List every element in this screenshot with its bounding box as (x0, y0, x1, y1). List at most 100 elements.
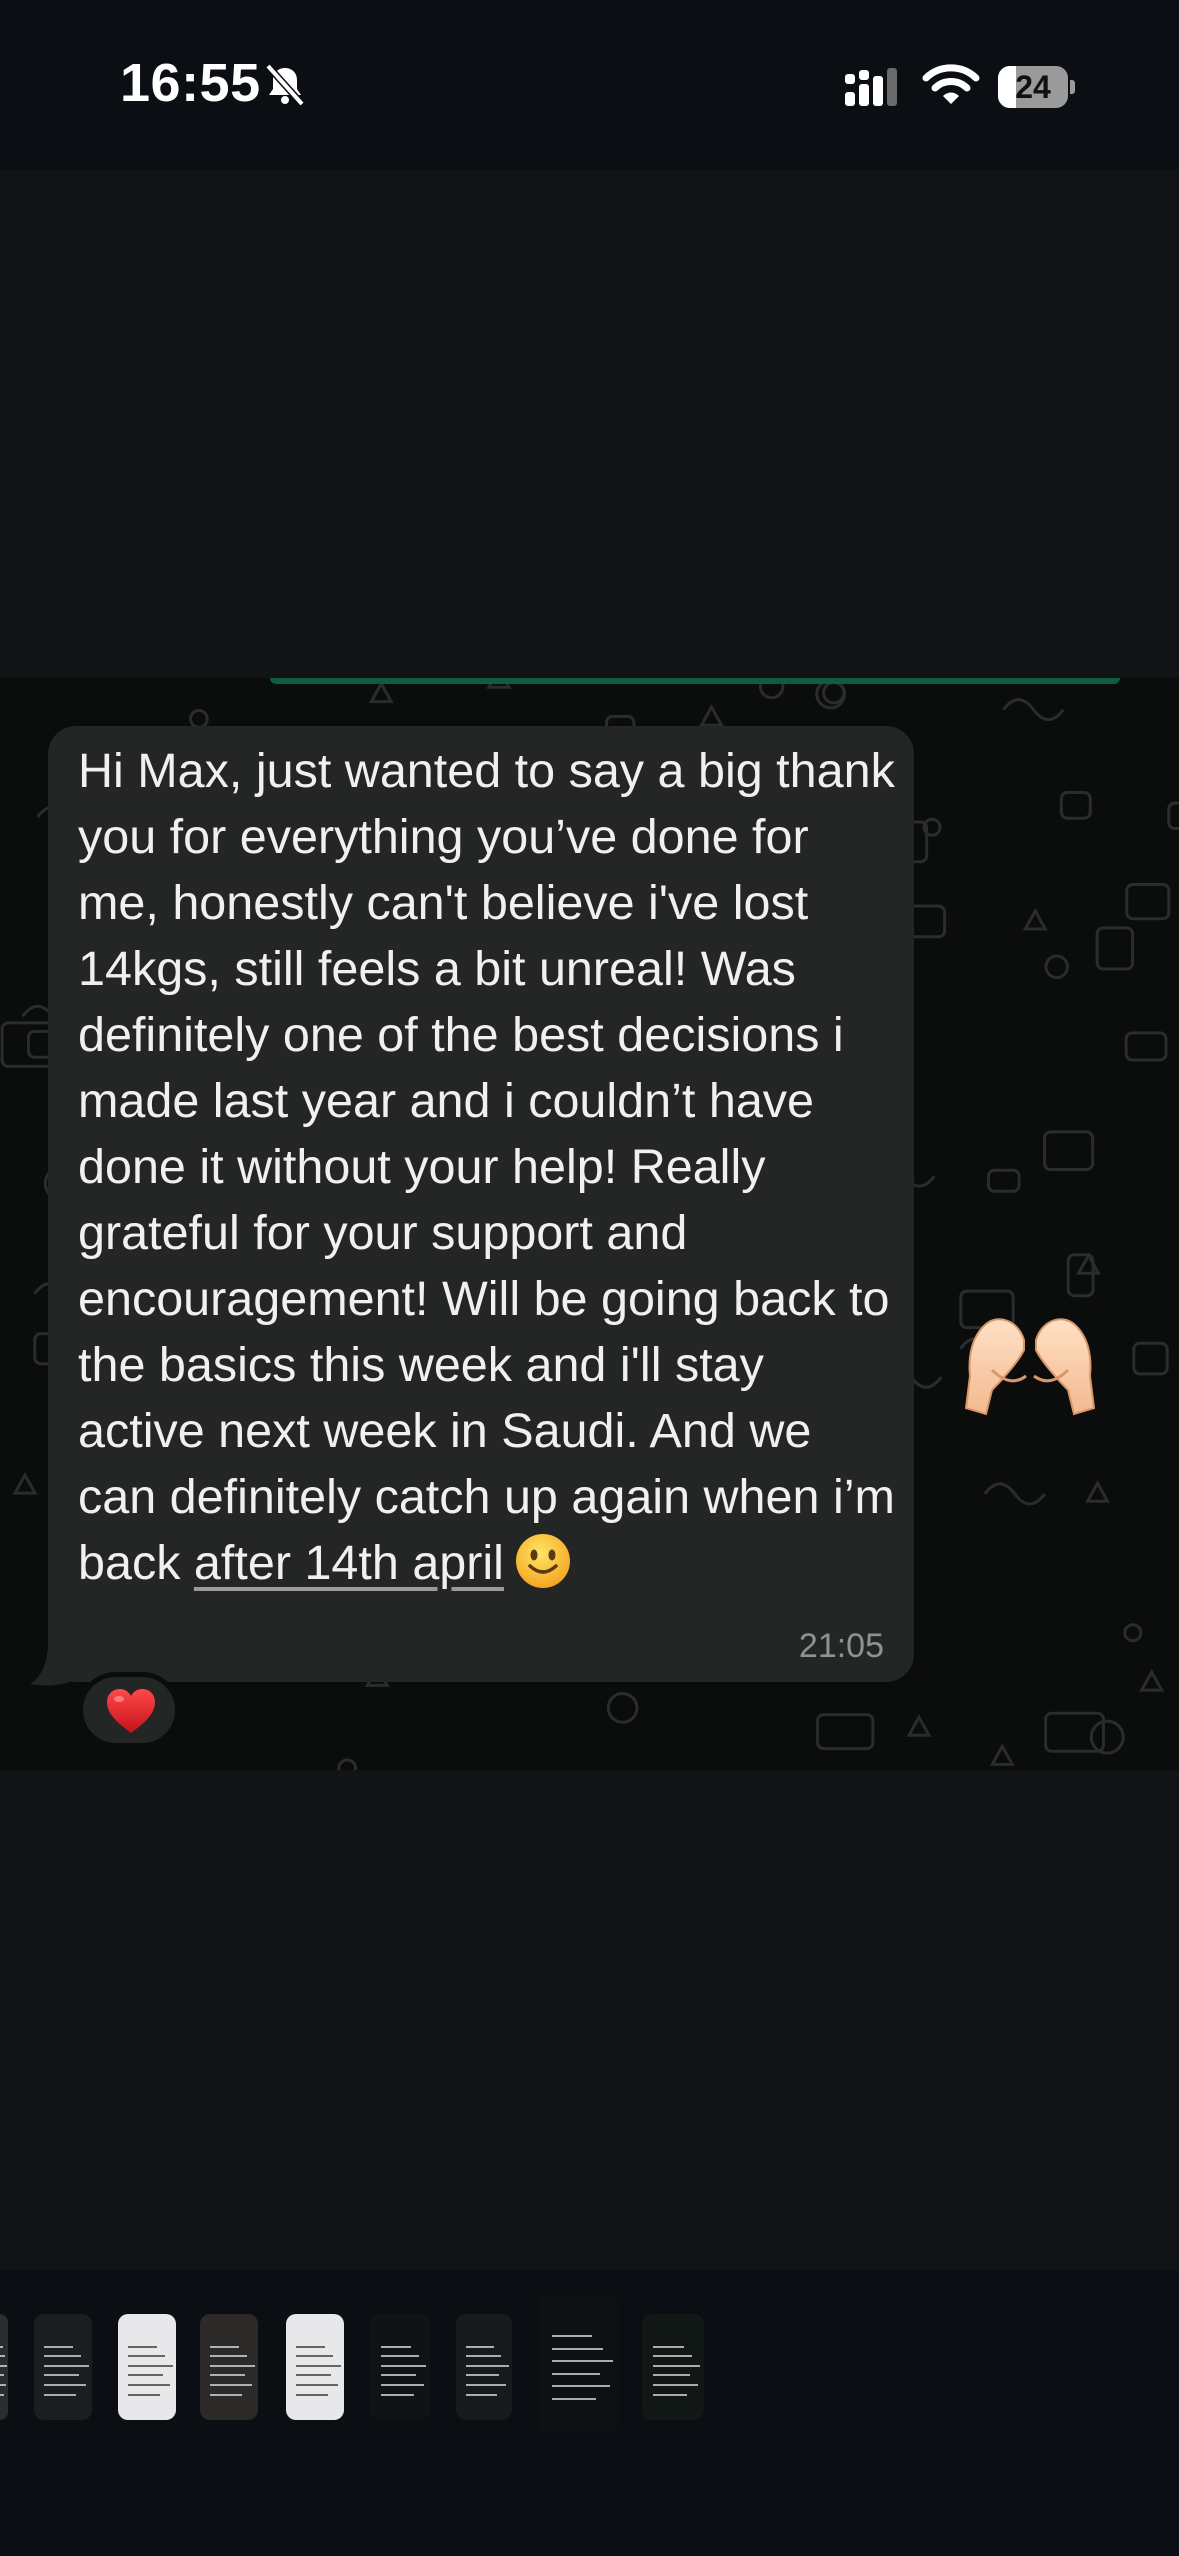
lower-dimmed-area (0, 1770, 1179, 2270)
thumbnail-line (0, 2383, 7, 2386)
thumbnail-line (380, 2383, 424, 2386)
thumbnail-item[interactable] (200, 2314, 258, 2420)
thumbnail-line (210, 2393, 243, 2396)
thumbnail-line (296, 2355, 333, 2358)
thumbnail-line (380, 2393, 414, 2396)
thumbnail-line (210, 2364, 255, 2367)
thumbnail-line (653, 2383, 698, 2386)
wallpaper-doodle (1139, 1669, 1165, 1692)
previous-message-edge (270, 678, 1120, 684)
wallpaper-doodle (906, 1714, 932, 1737)
status-time: 16:55 (120, 53, 261, 113)
message-timestamp: 21:05 (798, 1627, 884, 1665)
thumbnail-line (128, 2364, 173, 2367)
thumbnail-line (296, 2364, 341, 2367)
wallpaper-doodle (698, 704, 725, 727)
thumbnail-line (552, 2397, 597, 2400)
reaction-badge[interactable] (78, 1672, 180, 1748)
thumbnail-line (296, 2393, 329, 2396)
wallpaper-doodle (1043, 1130, 1095, 1172)
thumbnail-line (44, 2364, 89, 2367)
thumbnail-line (128, 2383, 171, 2386)
thumbnail-line (653, 2345, 685, 2348)
battery-level: 24 (1015, 69, 1051, 105)
thumbnail-line (0, 2345, 3, 2348)
thumbnail-line (128, 2393, 161, 2396)
thumbnail-line (552, 2360, 614, 2363)
thumbnail-line (44, 2383, 87, 2386)
thumbnail-line (466, 2383, 507, 2386)
thumbnail-line (653, 2355, 693, 2358)
thumbnail-line (210, 2374, 245, 2377)
wallpaper-doodle (816, 1713, 875, 1751)
wallpaper-doodle (987, 1168, 1021, 1193)
wallpaper-doodle (12, 1472, 38, 1495)
thumbnail-line (44, 2374, 79, 2377)
wallpaper-doodle (1075, 1252, 1102, 1275)
wallpaper-doodle (1132, 1341, 1169, 1376)
thumbnail-line (653, 2364, 701, 2367)
thumbnail-line (296, 2383, 339, 2386)
wallpaper-doodle (1123, 1623, 1143, 1643)
wallpaper-doodle (188, 708, 209, 729)
thumbnail-line (653, 2374, 690, 2377)
thumbnail-item[interactable] (642, 2314, 704, 2420)
thumbnail-item[interactable] (286, 2314, 344, 2420)
message-text: Hi Max, just wanted to say a big thank y… (78, 738, 898, 1596)
wallpaper-doodle (1066, 1253, 1095, 1298)
wallpaper-doodle (1089, 1719, 1125, 1755)
thumbnail-item[interactable] (118, 2314, 176, 2420)
thumbnail-line (0, 2374, 5, 2377)
thumbnail-item[interactable] (0, 2314, 8, 2420)
thumbnail-line (210, 2383, 253, 2386)
wallpaper-doodle (989, 1743, 1015, 1766)
thumbnail-line (0, 2355, 5, 2358)
thumbnail-line (44, 2393, 77, 2396)
thumbnail-line (466, 2364, 509, 2367)
thumbnail-line (128, 2345, 158, 2348)
thumbnail-line (552, 2347, 603, 2350)
thumbnail-line (44, 2345, 74, 2348)
thumbnail-line (128, 2355, 165, 2358)
wallpaper-doodle (1044, 954, 1069, 980)
thumbnail-line (552, 2335, 593, 2338)
heart-hands-emoji (964, 1318, 1096, 1416)
thumbnail-item[interactable] (456, 2314, 512, 2420)
slightly-smiling-face-emoji (515, 1534, 570, 1589)
thumbnail-line (296, 2374, 331, 2377)
date-link[interactable]: after 14th april (194, 1536, 504, 1590)
wallpaper-doodle (1125, 883, 1171, 921)
thumbnail-line (552, 2372, 600, 2375)
wallpaper-doodle (1095, 926, 1135, 971)
thumbnail-line (44, 2355, 81, 2358)
thumbnail-line (653, 2393, 688, 2396)
wallpaper-doodle (983, 1482, 1046, 1506)
message-bubble[interactable]: Hi Max, just wanted to say a big thank y… (48, 726, 914, 1682)
wifi-icon (922, 64, 980, 104)
thumbnail-line (210, 2345, 240, 2348)
chat-area[interactable]: Hi Max, just wanted to say a big thank y… (0, 678, 1179, 1770)
thumbnail-item[interactable] (34, 2314, 92, 2420)
thumbnail-item[interactable] (538, 2294, 618, 2432)
thumbnail-strip[interactable] (0, 2270, 1179, 2556)
status-bar: 16:55 24 (0, 0, 1179, 170)
bubble-tail (30, 1648, 70, 1686)
wallpaper-doodle (1059, 790, 1092, 820)
battery-indicator: 24 (998, 66, 1076, 108)
wallpaper-doodle (1124, 1031, 1168, 1062)
wallpaper-doodle (1085, 1480, 1111, 1503)
thumbnail-line (210, 2355, 247, 2358)
thumbnail-line (466, 2345, 495, 2348)
thumbnail-line (380, 2364, 427, 2367)
wallpaper-doodle (368, 680, 394, 704)
thumbnail-line (380, 2374, 417, 2377)
thumbnail-item[interactable] (370, 2314, 430, 2420)
upper-dimmed-area (0, 170, 1179, 678)
cellular-signal-icon (845, 68, 897, 106)
thumbnail-line (296, 2345, 326, 2348)
thumbnail-line (466, 2355, 502, 2358)
bell-slash-icon (265, 63, 305, 107)
thumbnail-line (380, 2345, 411, 2348)
wallpaper-doodle (337, 1758, 358, 1770)
thumbnail-line (466, 2374, 500, 2377)
